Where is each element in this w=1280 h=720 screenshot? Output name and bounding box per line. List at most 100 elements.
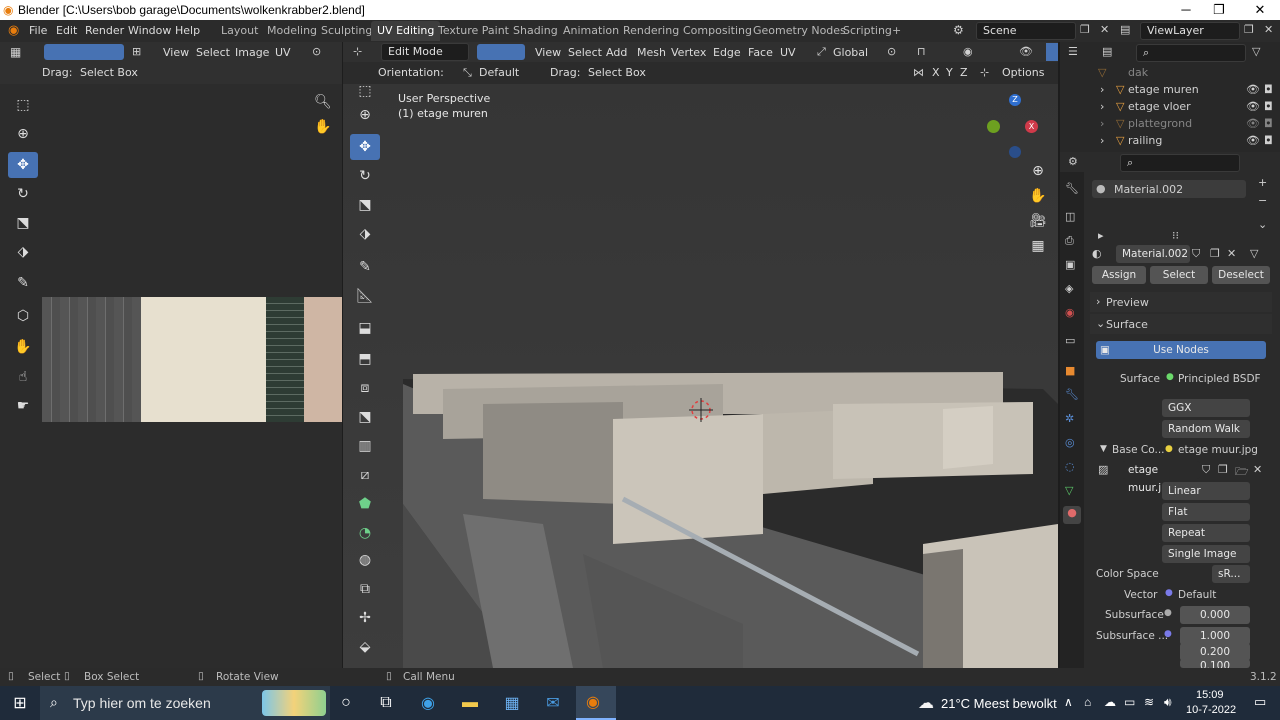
move-tool-icon[interactable]: ✥: [8, 152, 38, 178]
add-slot-icon[interactable]: +: [1258, 176, 1267, 189]
expand-icon[interactable]: ›: [1100, 117, 1104, 130]
list-resize-handle[interactable]: ⁝⁝: [1172, 229, 1179, 242]
vp-drag-dropdown[interactable]: Select Box: [588, 66, 646, 79]
material-tab-icon[interactable]: ●: [1063, 506, 1081, 524]
render-camera-icon[interactable]: ◘: [1264, 134, 1273, 147]
link-dropdown-icon[interactable]: ▽: [1250, 247, 1258, 260]
tab-uv-editing[interactable]: UV Editing: [371, 21, 441, 41]
remove-slot-icon[interactable]: −: [1258, 194, 1267, 207]
select-button[interactable]: Select: [1150, 266, 1208, 284]
vp-menu-vertex[interactable]: Vertex: [671, 46, 706, 59]
tab-texture-paint[interactable]: Texture Paint: [432, 21, 515, 41]
blender-menu-icon[interactable]: ◉: [8, 23, 19, 38]
zoom-icon[interactable]: 🔍︎: [314, 94, 332, 110]
close-icon[interactable]: ✕: [1250, 2, 1270, 18]
vp-shrink-tool-icon[interactable]: ✢: [350, 605, 380, 631]
open-image-icon[interactable]: 🗁︎: [1235, 463, 1249, 482]
constraints-tab-icon[interactable]: ◌: [1065, 460, 1075, 473]
vp-menu-uv[interactable]: UV: [780, 46, 796, 59]
base-color-expand-icon[interactable]: ▼: [1100, 444, 1107, 454]
tab-rendering[interactable]: Rendering: [617, 21, 685, 41]
outliner-item[interactable]: ▽ dak: [1060, 64, 1280, 81]
vp-spin-tool-icon[interactable]: ◔: [350, 520, 380, 546]
properties-search-input[interactable]: ⌕: [1120, 154, 1240, 172]
pin-tool-icon[interactable]: ☛: [8, 393, 38, 419]
pinch-tool-icon[interactable]: ☝: [8, 364, 38, 390]
outliner-item[interactable]: › ▽ etage muren 👁︎ ◘: [1060, 81, 1280, 98]
tray-volume-icon[interactable]: 🔊︎: [1164, 695, 1172, 710]
subsurface-value-field[interactable]: 0.000: [1180, 606, 1250, 624]
tool-tab-icon[interactable]: 🔧︎: [1065, 182, 1079, 195]
add-workspace-button[interactable]: +: [886, 21, 907, 41]
vp-measure-tool-icon[interactable]: 📐︎: [350, 283, 380, 309]
orientation-dropdown[interactable]: Default: [479, 66, 519, 79]
unlink-material-icon[interactable]: ✕: [1227, 247, 1236, 260]
filter-icon[interactable]: ▽: [1252, 45, 1260, 58]
render-tab-icon[interactable]: ◫: [1065, 210, 1075, 223]
duplicate-material-icon[interactable]: ❐: [1210, 247, 1220, 260]
axis-x-toggle[interactable]: X: [932, 66, 940, 79]
vp-knife-tool-icon[interactable]: ⧄: [350, 462, 380, 488]
outliner-item[interactable]: › ▽ plattegrond 👁︎ ◘: [1060, 115, 1280, 132]
tab-layout[interactable]: Layout: [215, 21, 264, 41]
vector-value-button[interactable]: Default: [1178, 589, 1216, 601]
rotate-tool-icon[interactable]: ↻: [8, 181, 38, 207]
gizmo-toggle-icon[interactable]: [1046, 43, 1058, 61]
transform-orientation-dropdown[interactable]: Global: [833, 46, 868, 59]
physics-tab-icon[interactable]: ◎: [1065, 436, 1075, 449]
tray-expand-icon[interactable]: ∧: [1064, 695, 1073, 709]
render-camera-icon[interactable]: ◘: [1264, 117, 1273, 130]
annotate-tool-icon[interactable]: ✎: [8, 270, 38, 296]
tab-modeling[interactable]: Modeling: [261, 21, 323, 41]
scale-tool-icon[interactable]: ⬔: [8, 210, 38, 236]
tray-onedrive-icon[interactable]: ☁: [1104, 695, 1116, 709]
outliner-item[interactable]: › ▽ railing 👁︎ ◘: [1060, 132, 1280, 149]
vp-menu-add[interactable]: Add: [606, 46, 627, 59]
select-box-tool-icon[interactable]: ⬚: [8, 92, 38, 118]
vp-smooth-tool-icon[interactable]: ◍: [350, 547, 380, 573]
vp-add-cube-tool-icon[interactable]: ⬓: [350, 315, 380, 341]
vp-menu-edge[interactable]: Edge: [713, 46, 741, 59]
windows-start-icon[interactable]: ⊞: [8, 692, 32, 714]
visibility-eye-icon[interactable]: 👁︎: [1246, 100, 1260, 113]
render-camera-icon[interactable]: ◘: [1264, 100, 1273, 113]
clock-date[interactable]: 10-7-2022: [1186, 704, 1236, 716]
radius-z-field[interactable]: 0.100: [1180, 659, 1250, 668]
weather-text[interactable]: 21°C Meest bewolkt: [941, 696, 1057, 711]
tray-network-icon[interactable]: ⌂: [1084, 695, 1091, 709]
render-camera-icon[interactable]: ◘: [1264, 83, 1273, 96]
notification-icon[interactable]: ▭: [1254, 694, 1266, 710]
vp-scale-tool-icon[interactable]: ⬔: [350, 192, 380, 218]
projection-dropdown[interactable]: Flat: [1162, 503, 1250, 521]
tray-wifi-icon[interactable]: ≋: [1144, 695, 1154, 709]
viewport-zoom-icon[interactable]: ⊕: [1025, 158, 1051, 184]
mail-icon[interactable]: ✉: [541, 692, 565, 714]
collection-tab-icon[interactable]: ▭: [1065, 334, 1075, 347]
task-view-icon[interactable]: ⧉: [374, 692, 398, 714]
mode-dropdown[interactable]: Edit Mode: [381, 43, 469, 61]
new-scene-icon[interactable]: ❐: [1080, 23, 1090, 36]
particles-tab-icon[interactable]: ✲: [1065, 412, 1074, 425]
material-name-field[interactable]: Material.002: [1116, 245, 1190, 263]
scene-field[interactable]: Scene: [976, 22, 1076, 40]
visibility-eye-icon[interactable]: 👁︎: [1246, 117, 1260, 130]
preview-panel-header[interactable]: › Preview: [1090, 292, 1272, 312]
vp-transform-tool-icon[interactable]: ⬗: [350, 221, 380, 247]
tab-sculpting[interactable]: Sculpting: [315, 21, 378, 41]
editor-type-icon[interactable]: ▦: [10, 45, 21, 59]
sync-selection-icon[interactable]: ⊞: [132, 45, 141, 58]
world-tab-icon[interactable]: ◉: [1065, 306, 1075, 319]
fake-user-icon[interactable]: ⛉: [1192, 247, 1200, 261]
menu-window[interactable]: Window: [128, 24, 171, 37]
vp-select-tool-icon[interactable]: ⬚: [350, 83, 380, 99]
material-slot-list-item[interactable]: ● Material.002: [1092, 180, 1246, 198]
properties-editor-type-icon[interactable]: ⚙: [1068, 155, 1078, 168]
view-layer-field[interactable]: ViewLayer: [1140, 22, 1240, 40]
slot-specials-icon[interactable]: ⌄: [1258, 218, 1267, 231]
surface-panel-header[interactable]: ⌄ Surface: [1090, 314, 1272, 334]
vp-menu-mesh[interactable]: Mesh: [637, 46, 666, 59]
vp-menu-view[interactable]: View: [535, 46, 561, 59]
transform-tool-icon[interactable]: ⬗: [8, 239, 38, 265]
vp-edge-slide-tool-icon[interactable]: ⧉: [350, 576, 380, 602]
menu-edit[interactable]: Edit: [56, 24, 77, 37]
